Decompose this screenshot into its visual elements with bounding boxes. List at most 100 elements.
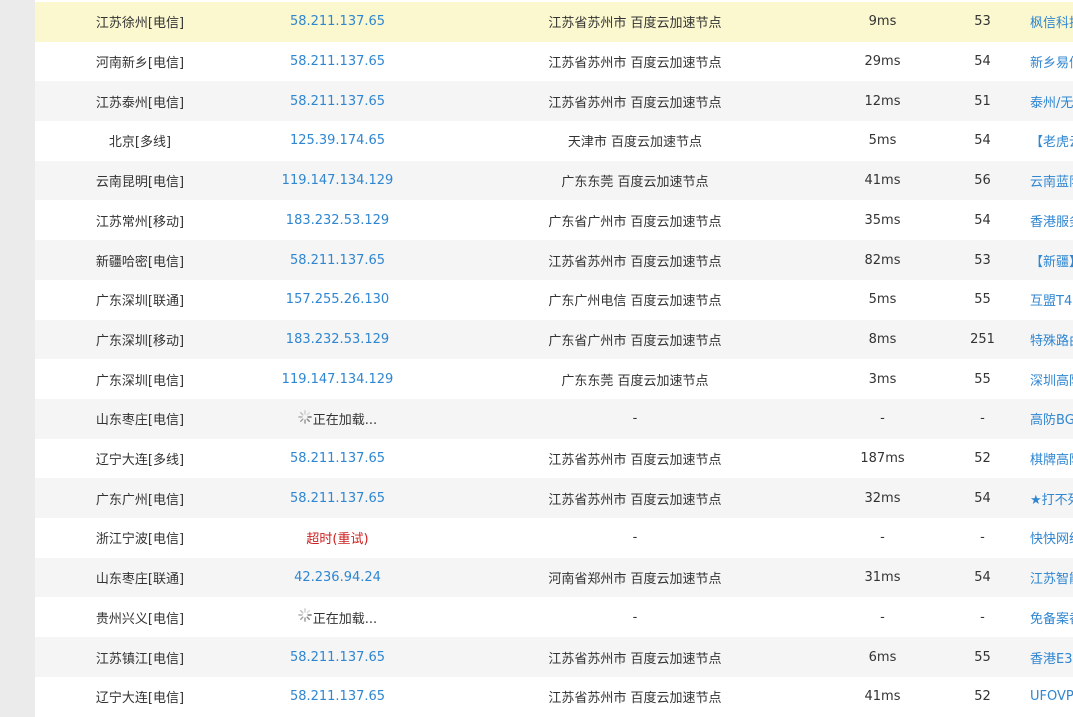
- response-time: 8ms: [868, 331, 897, 347]
- ip-location: 天津市 百度云加速节点: [567, 135, 703, 151]
- monitor-location: 江苏常州[移动]: [95, 214, 185, 230]
- response-time: 31ms: [864, 570, 901, 586]
- resolved-ip-link[interactable]: 119.147.134.129: [245, 161, 430, 201]
- resolved-ip-link[interactable]: 58.211.137.65: [245, 2, 430, 42]
- sponsor-link[interactable]: 快快网络: [1030, 518, 1073, 558]
- resolved-ip-status: 正在加载...: [245, 399, 430, 439]
- monitor-location: 新疆哈密[电信]: [95, 254, 185, 270]
- ttl-value: 54: [974, 54, 991, 70]
- monitor-location: 广东深圳[移动]: [95, 333, 185, 349]
- sponsor-link[interactable]: 【新疆】: [1030, 240, 1073, 280]
- sponsor-link[interactable]: 【老虎云: [1030, 121, 1073, 161]
- monitor-location: 贵州兴义[电信]: [95, 611, 185, 627]
- table-row: 广东深圳[电信] 119.147.134.129 广东东莞 百度云加速节点 3ms 55…: [35, 359, 1073, 399]
- loading-label: 正在加载...: [312, 611, 378, 627]
- table-row: 河南新乡[电信] 58.211.137.65 江苏省苏州市 百度云加速节点 29ms 5…: [35, 41, 1073, 82]
- ttl-value: 55: [974, 292, 991, 308]
- response-time: 12ms: [864, 93, 901, 109]
- response-time: 82ms: [864, 252, 901, 268]
- resolved-ip-link[interactable]: 58.211.137.65: [245, 439, 430, 479]
- table-row: 江苏徐州[电信] 58.211.137.65 江苏省苏州市 百度云加速节点 9ms 53…: [35, 2, 1073, 42]
- monitor-location: 广东深圳[联通]: [95, 294, 185, 310]
- sponsor-link[interactable]: 云南蓝队: [1030, 161, 1073, 201]
- ip-location: 江苏省苏州市 百度云加速节点: [548, 691, 722, 707]
- loading-spinner-icon: [297, 608, 312, 623]
- monitor-location: 广东深圳[电信]: [95, 373, 185, 389]
- sponsor-link[interactable]: 新乡易信: [1030, 42, 1073, 82]
- loading-spinner-icon: [297, 410, 312, 424]
- resolved-ip-link[interactable]: 58.211.137.65: [245, 81, 430, 121]
- sponsor-link[interactable]: UFOVPS: [1030, 677, 1073, 717]
- resolved-ip-link[interactable]: 58.211.137.65: [245, 240, 430, 280]
- sponsor-link[interactable]: 免备案香: [1030, 598, 1073, 638]
- resolved-ip-link[interactable]: 58.211.137.65: [245, 478, 430, 518]
- resolved-ip-link[interactable]: 58.211.137.65: [245, 677, 430, 717]
- resolved-ip-link[interactable]: 42.236.94.24: [245, 558, 430, 598]
- resolved-ip-link[interactable]: 183.232.53.129: [245, 201, 430, 241]
- response-time: 3ms: [868, 371, 897, 387]
- resolved-ip-link[interactable]: 125.39.174.65: [245, 121, 430, 161]
- monitor-location: 江苏镇江[电信]: [95, 651, 185, 667]
- sponsor-link[interactable]: 互盟T4: [1030, 280, 1073, 320]
- resolved-ip-link[interactable]: 119.147.134.129: [245, 359, 430, 399]
- monitor-location: 山东枣庄[电信]: [95, 413, 185, 429]
- ip-location: 广东省广州市 百度云加速节点: [548, 214, 722, 230]
- ip-location: 广东东莞 百度云加速节点: [561, 175, 709, 191]
- ttl-value: 52: [974, 689, 991, 705]
- table-row: 广东广州[电信] 58.211.137.65 江苏省苏州市 百度云加速节点 32ms 5…: [35, 478, 1073, 519]
- table-row: 辽宁大连[电信] 58.211.137.65 江苏省苏州市 百度云加速节点 41ms 5…: [35, 676, 1073, 717]
- resolved-ip-link[interactable]: 157.255.26.130: [245, 280, 430, 320]
- monitor-location: 山东枣庄[联通]: [95, 572, 185, 588]
- ip-location: 江苏省苏州市 百度云加速节点: [548, 95, 722, 111]
- sponsor-link[interactable]: 特殊路由: [1030, 320, 1073, 360]
- table-row: 新疆哈密[电信] 58.211.137.65 江苏省苏州市 百度云加速节点 82ms 5…: [35, 240, 1073, 280]
- ttl-value: 52: [974, 451, 991, 467]
- sponsor-link[interactable]: 香港服务: [1030, 201, 1073, 241]
- response-time: -: [880, 609, 885, 625]
- monitor-location: 浙江宁波[电信]: [95, 532, 185, 548]
- response-time: -: [880, 411, 885, 427]
- sponsor-link[interactable]: 香港E3: [1030, 637, 1073, 677]
- sponsor-link[interactable]: 枫信科技: [1030, 2, 1073, 42]
- ttl-value: 54: [974, 133, 991, 149]
- loading-label: 正在加载...: [312, 413, 378, 429]
- ttl-value: 55: [974, 649, 991, 665]
- sponsor-link[interactable]: 深圳高防: [1030, 359, 1073, 399]
- ttl-value: 54: [974, 490, 991, 506]
- sponsor-link[interactable]: ★打不死: [1030, 478, 1073, 518]
- table-row: 江苏镇江[电信] 58.211.137.65 江苏省苏州市 百度云加速节点 6ms 55…: [35, 637, 1073, 677]
- table-row: 北京[多线] 125.39.174.65 天津市 百度云加速节点 5ms 54 【老虎云: [35, 121, 1073, 161]
- ip-location: 广东东莞 百度云加速节点: [561, 373, 709, 389]
- ip-location: 广东广州电信 百度云加速节点: [548, 294, 722, 310]
- monitor-location: 辽宁大连[多线]: [95, 453, 185, 469]
- table-row: 浙江宁波[电信] 超时(重试) - - - 快快网络: [35, 518, 1073, 558]
- monitor-location: 广东广州[电信]: [95, 492, 185, 508]
- resolved-ip-link[interactable]: 58.211.137.65: [245, 42, 430, 82]
- table-row: 广东深圳[联通] 157.255.26.130 广东广州电信 百度云加速节点 5ms 5…: [35, 279, 1073, 320]
- resolved-ip-link[interactable]: 183.232.53.129: [245, 320, 430, 360]
- response-time: 41ms: [864, 173, 901, 189]
- ip-location: 广东省广州市 百度云加速节点: [548, 333, 722, 349]
- ip-location: -: [632, 609, 638, 625]
- ttl-value: 51: [974, 93, 991, 109]
- sponsor-link[interactable]: 泰州/无锡: [1030, 81, 1073, 121]
- sponsor-link[interactable]: 高防BGP: [1030, 399, 1073, 439]
- ip-location: 江苏省苏州市 百度云加速节点: [548, 492, 722, 508]
- ip-location: 江苏省苏州市 百度云加速节点: [548, 16, 722, 32]
- table-row: 山东枣庄[电信] 正在加载... - - - 高防BGP: [35, 399, 1073, 439]
- response-time: 9ms: [868, 14, 897, 30]
- monitor-location: 江苏泰州[电信]: [95, 95, 185, 111]
- resolved-ip-link[interactable]: 58.211.137.65: [245, 637, 430, 677]
- table-row: 江苏泰州[电信] 58.211.137.65 江苏省苏州市 百度云加速节点 12ms 5…: [35, 81, 1073, 122]
- response-time: 32ms: [864, 490, 901, 506]
- response-time: 5ms: [868, 133, 897, 149]
- monitor-location: 云南昆明[电信]: [95, 175, 185, 191]
- resolved-ip-status: 超时 (重试): [245, 518, 430, 558]
- retry-link[interactable]: (重试): [332, 528, 368, 547]
- sponsor-link[interactable]: 棋牌高防: [1030, 439, 1073, 479]
- table-row: 贵州兴义[电信] 正在加载... - - - 免备案香: [35, 597, 1073, 638]
- monitor-location: 江苏徐州[电信]: [95, 16, 185, 32]
- sponsor-link[interactable]: 江苏智能: [1030, 558, 1073, 598]
- ip-location: 江苏省苏州市 百度云加速节点: [548, 651, 722, 667]
- ip-location: 河南省郑州市 百度云加速节点: [548, 572, 722, 588]
